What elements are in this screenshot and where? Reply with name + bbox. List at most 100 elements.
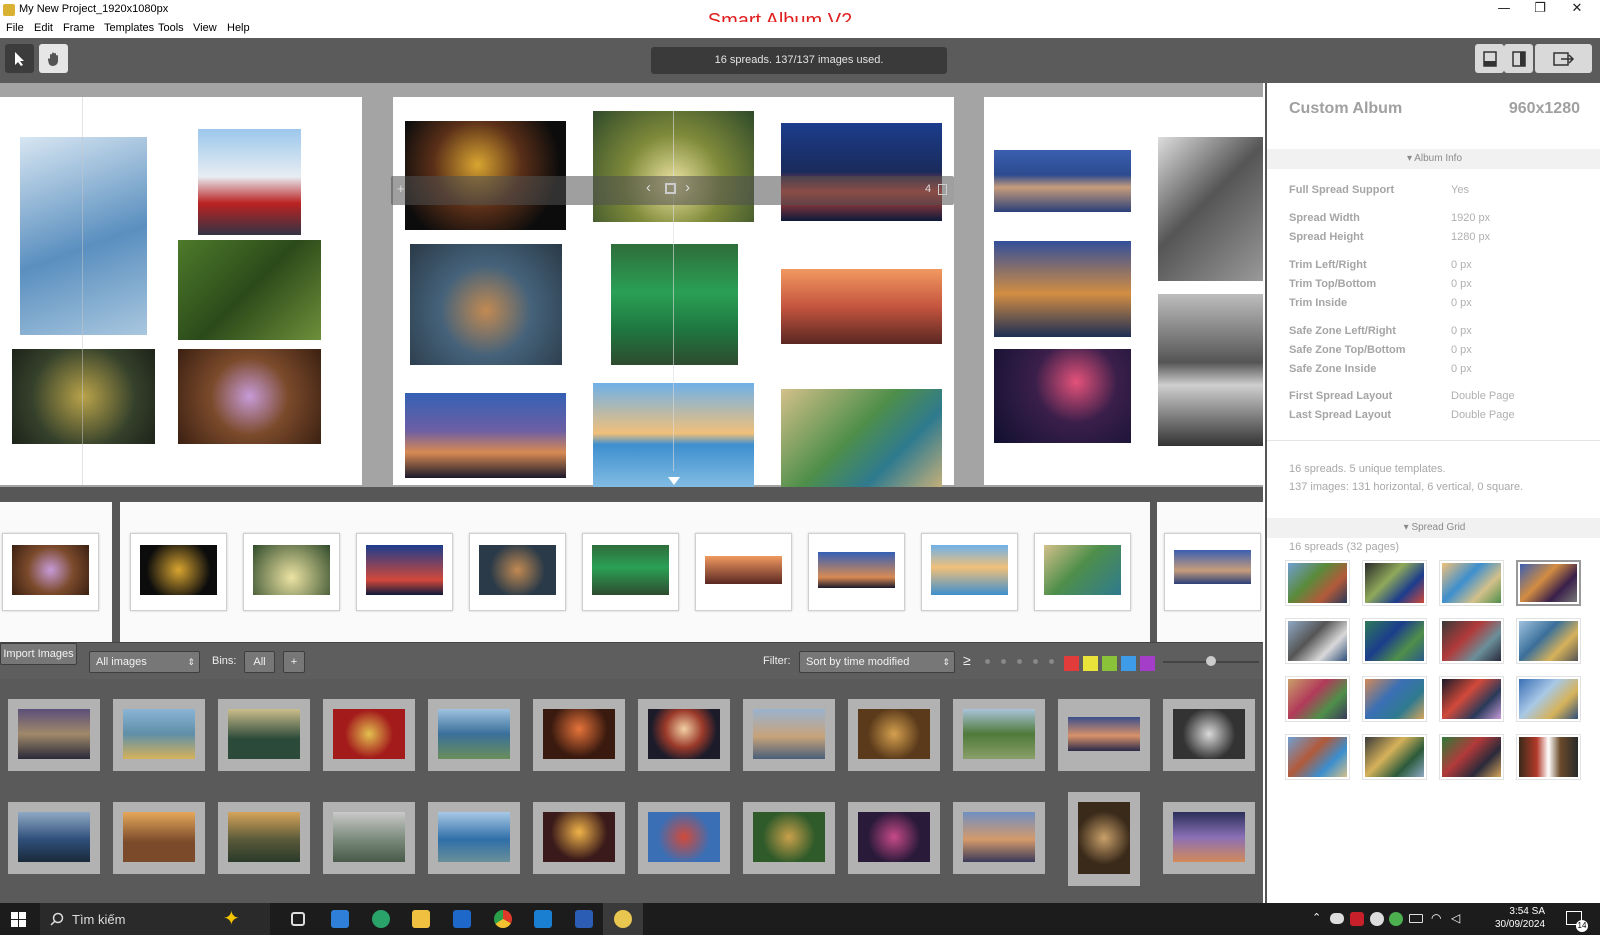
rating-operator[interactable]: ≥ <box>963 652 971 668</box>
outlook-new-icon[interactable] <box>534 910 552 928</box>
menu-view[interactable]: View <box>193 22 217 34</box>
spread-grid-item[interactable] <box>1516 676 1581 722</box>
library-image[interactable] <box>323 699 415 771</box>
bins-all-button[interactable]: All <box>244 651 275 673</box>
grid-icon[interactable] <box>665 183 676 194</box>
library-image[interactable] <box>743 802 835 874</box>
export-button[interactable] <box>1535 44 1592 73</box>
menu-edit[interactable]: Edit <box>34 22 53 34</box>
menu-help[interactable]: Help <box>227 22 250 34</box>
rating-dot-4[interactable] <box>1033 659 1038 664</box>
thumb-size-slider-handle[interactable] <box>1206 656 1216 666</box>
spread-thumb[interactable] <box>130 533 227 611</box>
trash-icon[interactable] <box>938 184 947 195</box>
color-filter-green[interactable] <box>1102 656 1117 671</box>
library-image[interactable] <box>1068 792 1140 886</box>
library-image[interactable] <box>953 802 1045 874</box>
photo-festival[interactable] <box>178 349 321 444</box>
photo-green-court[interactable] <box>611 244 738 365</box>
spread-grid-item[interactable] <box>1285 734 1350 780</box>
library-image[interactable] <box>953 699 1045 771</box>
library-image[interactable] <box>533 699 625 771</box>
photo-stone-hand[interactable] <box>12 349 155 444</box>
spread-grid-item[interactable] <box>1285 618 1350 664</box>
menu-frame[interactable]: Frame <box>63 22 95 34</box>
onedrive-icon[interactable] <box>1330 913 1344 924</box>
word-icon[interactable] <box>575 910 593 928</box>
add-icon[interactable]: + <box>397 181 405 196</box>
photo-stadium[interactable] <box>994 150 1131 212</box>
spread-grid-item[interactable] <box>1439 734 1504 780</box>
tray-green-icon[interactable] <box>1389 912 1403 926</box>
color-filter-blue[interactable] <box>1121 656 1136 671</box>
wifi-icon[interactable]: ◠ <box>1431 911 1441 925</box>
photo-nature-collage[interactable] <box>178 240 321 340</box>
spread-grid-item[interactable] <box>1516 734 1581 780</box>
rating-dot-2[interactable] <box>1001 659 1006 664</box>
rating-dot-5[interactable] <box>1049 659 1054 664</box>
album-info-section-header[interactable]: ▾ Album Info <box>1267 149 1600 169</box>
menu-file[interactable]: File <box>6 22 24 34</box>
spread-thumb[interactable] <box>921 533 1018 611</box>
spread-thumb[interactable] <box>808 533 905 611</box>
spread-grid-item[interactable] <box>1439 618 1504 664</box>
clock[interactable]: 3:54 SA 30/09/2024 <box>1495 905 1545 931</box>
spread-thumb[interactable] <box>1034 533 1131 611</box>
edge-icon[interactable] <box>372 910 390 928</box>
photo-clouds[interactable] <box>20 137 147 335</box>
spread-grid-item[interactable] <box>1285 676 1350 722</box>
add-bin-button[interactable]: + <box>283 651 305 673</box>
previous-spread[interactable] <box>0 97 362 485</box>
menu-tools[interactable]: Tools <box>158 22 184 34</box>
image-source-select[interactable]: All images ⇕ <box>89 651 200 673</box>
library-image[interactable] <box>113 699 205 771</box>
spread-grid-item[interactable] <box>1362 560 1427 606</box>
next-spread[interactable] <box>984 97 1263 485</box>
spread-thumb[interactable] <box>695 533 792 611</box>
photo-fishing-boats[interactable] <box>781 389 942 488</box>
library-image[interactable] <box>1163 802 1255 874</box>
spread-thumb[interactable] <box>356 533 453 611</box>
task-view-icon[interactable] <box>291 912 305 926</box>
library-image[interactable] <box>1058 699 1150 771</box>
photo-beach-bw[interactable] <box>1158 294 1263 446</box>
spread-grid-section-header[interactable]: ▾ Spread Grid <box>1267 518 1600 538</box>
library-image[interactable] <box>218 802 310 874</box>
spread-grid-item[interactable] <box>1516 618 1581 664</box>
color-filter-purple[interactable] <box>1140 656 1155 671</box>
tray-app-icon[interactable] <box>1370 912 1384 926</box>
library-image[interactable] <box>8 699 100 771</box>
single-page-view-button[interactable] <box>1475 44 1504 73</box>
chevron-left-icon[interactable]: ‹ <box>646 179 651 196</box>
chevron-up-icon[interactable]: ⌃ <box>1312 911 1321 924</box>
sort-select[interactable]: Sort by time modified ⇕ <box>799 651 955 673</box>
chevron-right-icon[interactable]: › <box>685 179 690 196</box>
rating-dot-3[interactable] <box>1017 659 1022 664</box>
spread-grid-item[interactable] <box>1285 560 1350 606</box>
library-image[interactable] <box>323 802 415 874</box>
library-image[interactable] <box>8 802 100 874</box>
import-images-button[interactable]: Import Images <box>0 643 77 665</box>
maximize-button[interactable]: ❐ <box>1520 0 1560 20</box>
menu-templates[interactable]: Templates <box>104 22 154 34</box>
spread-thumb[interactable] <box>243 533 340 611</box>
photo-statue-bw[interactable] <box>1158 137 1263 281</box>
library-image[interactable] <box>638 699 730 771</box>
library-image[interactable] <box>218 699 310 771</box>
library-image[interactable] <box>848 802 940 874</box>
spread-grid-item[interactable] <box>1439 676 1504 722</box>
library-image[interactable] <box>1163 699 1255 771</box>
spread-grid-item[interactable] <box>1362 676 1427 722</box>
close-button[interactable]: ✕ <box>1557 0 1597 20</box>
volume-icon[interactable]: ◁ <box>1451 911 1460 925</box>
spread-thumb[interactable] <box>582 533 679 611</box>
spread-thumb[interactable] <box>1164 533 1261 611</box>
pan-tool-button[interactable] <box>39 44 68 73</box>
photo-ship[interactable] <box>198 129 301 235</box>
minimize-button[interactable]: — <box>1484 0 1524 20</box>
library-image[interactable] <box>848 699 940 771</box>
split-view-button[interactable] <box>1504 44 1533 73</box>
library-image[interactable] <box>533 802 625 874</box>
store-icon[interactable] <box>331 910 349 928</box>
taskbar-search[interactable]: Tìm kiếm ✦ <box>40 903 270 935</box>
